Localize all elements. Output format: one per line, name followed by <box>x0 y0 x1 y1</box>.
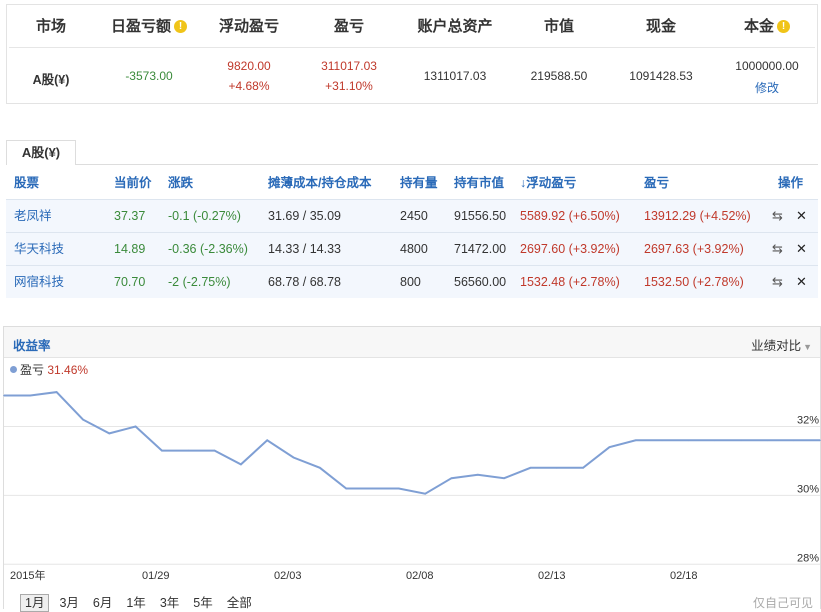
cell-cost: 68.78 / 68.78 <box>268 275 341 289</box>
cell-float-pl: 5589.92 (+6.50%) <box>520 209 620 223</box>
chart-title: 收益率 <box>13 339 51 353</box>
cell-change: -0.1 (-0.27%) <box>168 209 241 223</box>
header-float-pl: 浮动盈亏 <box>218 18 279 35</box>
range-5[interactable]: 5年 <box>193 596 212 610</box>
cell-qty: 800 <box>400 275 421 289</box>
chart-toolbar <box>4 327 820 358</box>
col-stock[interactable]: 股票 <box>14 167 39 199</box>
cell-value: 71472.00 <box>454 242 507 256</box>
cell-pl: 1532.50 (+2.78%) <box>644 275 744 289</box>
chart-legend: 盈亏 31.46% <box>10 361 88 378</box>
col-change[interactable]: 涨跌 <box>168 167 193 199</box>
cell-change: -0.36 (-2.36%) <box>168 242 248 256</box>
pl-value: 311017.03 <box>321 59 377 73</box>
table-row: 华天科技 14.89 -0.36 (-2.36%) 14.33 / 14.33 4800… <box>6 232 818 265</box>
cell-pl: 13912.29 (+4.52%) <box>644 209 751 223</box>
daily-pl-value: -3573.00 <box>125 69 173 83</box>
total-assets-value: 1311017.03 <box>423 69 487 83</box>
range-selector: 1月 3月 6月 1年 3年 5年 全部 <box>20 592 266 612</box>
float-pl-value: 9820.00 <box>227 59 271 73</box>
range-2[interactable]: 6月 <box>93 596 112 610</box>
table-row: 老凤祥 37.37 -0.1 (-0.27%) 31.69 / 35.09 2450 91… <box>6 199 818 232</box>
col-cost[interactable]: 摊薄成本/持仓成本 <box>268 167 371 199</box>
legend-dot <box>10 366 17 373</box>
trade-icon[interactable]: ⇆ <box>772 200 783 232</box>
principal-value: 1000000.00 <box>735 59 799 73</box>
range-0[interactable]: 1月 <box>20 594 50 612</box>
tab-a-shares[interactable]: A股(¥) <box>6 140 76 165</box>
col-ops: 操作 <box>778 176 804 190</box>
col-price[interactable]: 当前价 <box>114 167 152 199</box>
cell-cost: 31.69 / 35.09 <box>268 209 341 223</box>
trade-icon[interactable]: ⇆ <box>772 266 783 298</box>
delete-icon[interactable]: ✕ <box>796 266 807 298</box>
header-total-assets: 账户总资产 <box>417 18 493 35</box>
col-value[interactable]: 持有市值 <box>454 167 504 199</box>
cell-name[interactable]: 老凤祥 <box>14 200 52 232</box>
account-summary: 市场 A股(¥) 日盈亏额! -3573.00 浮动盈亏 9820.00 +4.… <box>6 4 818 104</box>
cell-change: -2 (-2.75%) <box>168 275 231 289</box>
chevron-down-icon: ▼ <box>803 342 812 352</box>
table-header-row: 股票 当前价 涨跌 摊薄成本/持仓成本 持有量 持有市值 ↓浮动盈亏 盈亏 操作 <box>6 167 818 199</box>
trade-icon[interactable]: ⇆ <box>772 233 783 265</box>
header-cash: 现金 <box>645 18 676 35</box>
table-row: 网宿科技 70.70 -2 (-2.75%) 68.78 / 68.78 800 5656… <box>6 265 818 298</box>
cell-value: 56560.00 <box>454 275 507 289</box>
cell-value: 91556.50 <box>454 209 507 223</box>
compare-dropdown[interactable]: 业绩对比 ▼ <box>751 335 812 354</box>
cell-cost: 14.33 / 14.33 <box>268 242 341 256</box>
cell-float-pl: 1532.48 (+2.78%) <box>520 275 620 289</box>
delete-icon[interactable]: ✕ <box>796 200 807 232</box>
col-float-pl[interactable]: ↓浮动盈亏 <box>520 167 576 199</box>
summary-divider <box>9 47 815 48</box>
visibility-note: 仅自己可见 <box>752 596 813 610</box>
cell-price: 70.70 <box>114 275 146 289</box>
float-pl-pct: +4.68% <box>228 79 270 93</box>
range-3[interactable]: 1年 <box>126 596 145 610</box>
header-market-value: 市值 <box>543 18 574 35</box>
range-6[interactable]: 全部 <box>227 596 252 610</box>
edit-principal-link[interactable]: 修改 <box>719 79 815 96</box>
header-market: 市场 <box>35 18 66 35</box>
return-chart-panel: 收益率 业绩对比 ▼ 盈亏 31.46% <box>3 326 821 609</box>
info-icon[interactable]: ! <box>174 20 187 33</box>
cell-pl: 2697.63 (+3.92%) <box>644 242 744 256</box>
col-pl[interactable]: 盈亏 <box>644 167 669 199</box>
cell-name[interactable]: 华天科技 <box>14 233 64 265</box>
holdings-table: 股票 当前价 涨跌 摊薄成本/持仓成本 持有量 持有市值 ↓浮动盈亏 盈亏 操作… <box>6 164 818 298</box>
header-pl: 盈亏 <box>333 18 364 35</box>
header-daily-pl: 日盈亏额! <box>101 15 197 36</box>
cell-price: 37.37 <box>114 209 146 223</box>
cell-name[interactable]: 网宿科技 <box>14 266 64 298</box>
info-icon[interactable]: ! <box>777 20 790 33</box>
cash-value: 1091428.53 <box>629 69 693 83</box>
range-4[interactable]: 3年 <box>160 596 179 610</box>
header-principal: 本金! <box>719 15 815 36</box>
cell-qty: 2450 <box>400 209 428 223</box>
cell-qty: 4800 <box>400 242 428 256</box>
delete-icon[interactable]: ✕ <box>796 233 807 265</box>
cell-price: 14.89 <box>114 242 146 256</box>
market-value-amount: 219588.50 <box>530 69 588 83</box>
cell-float-pl: 2697.60 (+3.92%) <box>520 242 620 256</box>
market-value: A股(¥) <box>32 73 70 87</box>
col-qty[interactable]: 持有量 <box>400 167 438 199</box>
range-1[interactable]: 3月 <box>59 596 78 610</box>
pl-pct: +31.10% <box>325 79 373 93</box>
